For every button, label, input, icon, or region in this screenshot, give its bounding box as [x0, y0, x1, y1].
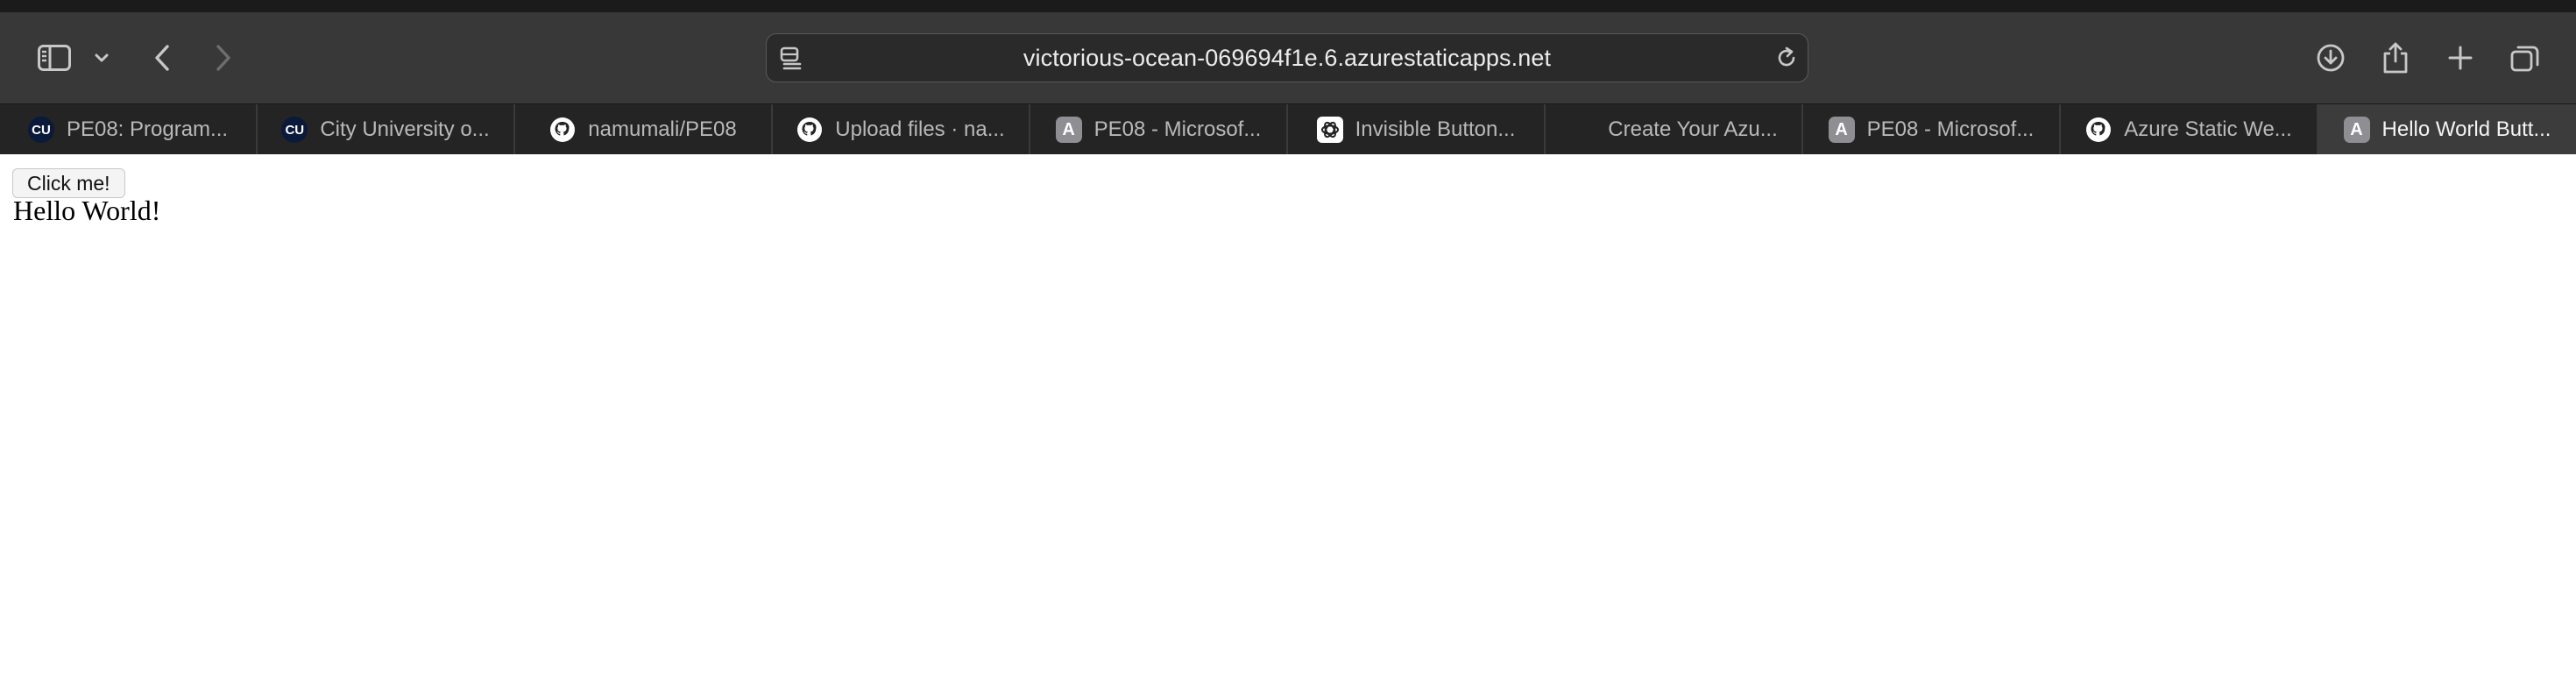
tab-label: PE08: Program... [66, 117, 229, 141]
plus-icon [2448, 46, 2473, 70]
microsoft-icon [1569, 117, 1596, 143]
github-icon [2085, 117, 2112, 143]
share-icon [2383, 42, 2408, 74]
tab-invisible-button[interactable]: Invisible Button... [1288, 104, 1546, 155]
new-tab-button[interactable] [2443, 30, 2478, 86]
chevron-right-icon [216, 45, 230, 71]
tab-label: Invisible Button... [1355, 117, 1516, 141]
tab-namumali-pe08[interactable]: namumali/PE08 [515, 104, 773, 155]
tab-pe08-program[interactable]: CU PE08: Program... [0, 104, 258, 155]
tab-bar: CU PE08: Program... CU City University o… [0, 103, 2576, 155]
github-icon [549, 117, 576, 143]
city-university-icon: CU [281, 117, 308, 143]
github-icon [796, 117, 823, 143]
tab-label: Upload files · na... [835, 117, 1005, 141]
openai-icon [1316, 117, 1343, 143]
chevron-left-icon [155, 45, 169, 71]
tab-label: PE08 - Microsof... [1866, 117, 2035, 141]
tab-pe08-microsoft[interactable]: A PE08 - Microsof... [1030, 104, 1288, 155]
tab-azure-static-web[interactable]: Azure Static We... [2061, 104, 2318, 155]
address-bar[interactable]: victorious-ocean-069694f1e.6.azurestatic… [766, 33, 1808, 82]
address-url[interactable]: victorious-ocean-069694f1e.6.azurestatic… [767, 34, 1808, 82]
hello-world-text: Hello World! [13, 195, 161, 226]
chevron-down-icon [95, 53, 109, 62]
sidebar-toggle-button[interactable] [33, 30, 75, 86]
tab-create-azure[interactable]: Create Your Azu... [1546, 104, 1803, 155]
browser-toolbar: victorious-ocean-069694f1e.6.azurestatic… [0, 12, 2576, 103]
tab-overview-button[interactable] [2508, 30, 2543, 86]
city-university-icon: CU [27, 117, 54, 143]
share-button[interactable] [2378, 30, 2413, 86]
letter-a-icon: A [2343, 117, 2370, 143]
window-top-strip [0, 0, 2576, 12]
tab-label: Hello World Butt... [2381, 117, 2551, 141]
tab-label: City University o... [320, 117, 490, 141]
tab-label: Create Your Azu... [1608, 117, 1778, 141]
sidebar-icon [38, 45, 71, 71]
tab-label: namumali/PE08 [588, 117, 737, 141]
tab-city-university[interactable]: CU City University o... [258, 104, 515, 155]
tab-label: PE08 - Microsof... [1093, 117, 1262, 141]
tab-label: Azure Static We... [2124, 117, 2292, 141]
reload-icon[interactable] [1774, 46, 1799, 75]
click-me-button[interactable]: Click me! [12, 168, 125, 198]
sidebar-menu-button[interactable] [89, 30, 114, 86]
forward-button[interactable] [209, 30, 238, 86]
letter-a-icon: A [1828, 117, 1855, 143]
download-icon [2317, 44, 2345, 72]
tab-pe08-microsoft-2[interactable]: A PE08 - Microsof... [1803, 104, 2061, 155]
letter-a-icon: A [1055, 117, 1082, 143]
tab-overview-icon [2510, 46, 2539, 72]
back-button[interactable] [147, 30, 177, 86]
tab-upload-files[interactable]: Upload files · na... [773, 104, 1030, 155]
page-content: Click me! Hello World! [0, 154, 2576, 696]
tab-hello-world-button[interactable]: A Hello World Butt... [2318, 104, 2576, 155]
downloads-button[interactable] [2313, 30, 2348, 86]
